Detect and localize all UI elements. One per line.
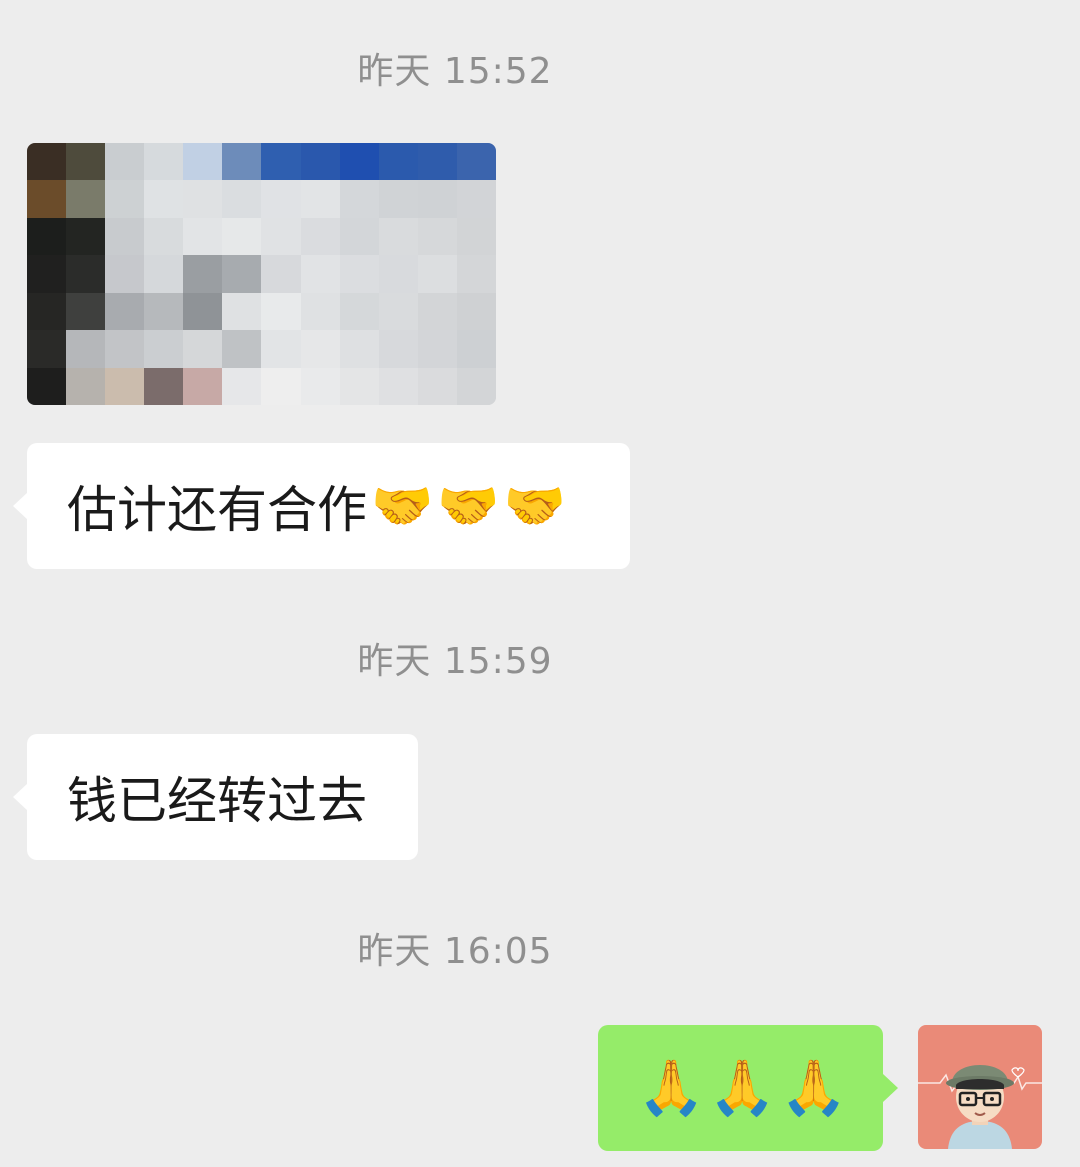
folded-hands-icon: 🙏 bbox=[780, 1056, 848, 1119]
handshake-icon: 🤝 bbox=[371, 476, 434, 535]
handshake-icon: 🤝 bbox=[437, 476, 500, 535]
message-bubble[interactable]: 钱已经转过去 bbox=[13, 734, 418, 860]
folded-hands-icon: 🙏 bbox=[708, 1056, 777, 1119]
timestamp: 昨天 16:05 bbox=[357, 931, 553, 972]
message-bubble-outgoing[interactable]: 🙏 🙏 🙏 bbox=[598, 1025, 898, 1151]
folded-hands-icon: 🙏 bbox=[637, 1056, 705, 1119]
image-message[interactable] bbox=[27, 143, 496, 405]
avatar-illustration bbox=[918, 1065, 1042, 1149]
message-text: 估计还有合作 bbox=[67, 481, 367, 539]
handshake-icon: 🤝 bbox=[503, 476, 566, 535]
avatar[interactable] bbox=[918, 1025, 1042, 1149]
message-text: 钱已经转过去 bbox=[67, 772, 367, 830]
message-bubble[interactable]: 估计还有合作 🤝 🤝 🤝 bbox=[13, 443, 630, 569]
timestamp: 昨天 15:59 bbox=[357, 641, 553, 682]
pixelated-image bbox=[27, 143, 496, 405]
timestamp: 昨天 15:52 bbox=[357, 51, 553, 92]
